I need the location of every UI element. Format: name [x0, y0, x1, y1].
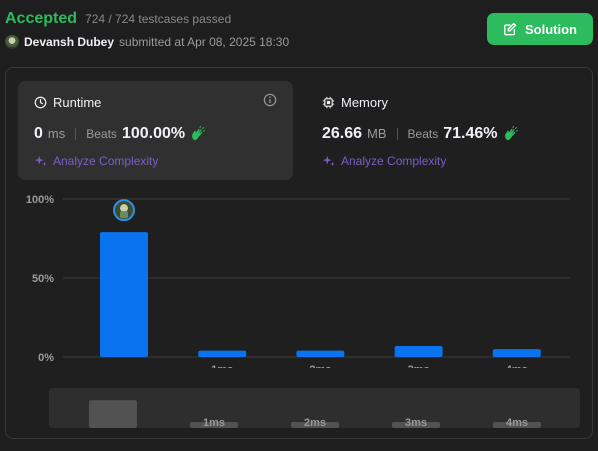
performance-panel: Runtime 0 ms Beats 100.00% Analyze Compl…	[5, 67, 593, 439]
edit-icon	[504, 22, 517, 36]
x-tick-label: 1ms	[211, 364, 233, 368]
bar-0ms[interactable]	[100, 232, 148, 357]
y-tick-label: 100%	[26, 194, 54, 206]
mini-x-tick-label: 4ms	[506, 417, 528, 428]
testcases-passed: 724 / 724 testcases passed	[85, 12, 232, 26]
submission-status: Accepted 724 / 724 testcases passed	[5, 10, 231, 28]
y-tick-label: 50%	[32, 273, 54, 285]
range-navigator-chart[interactable]: 1ms 2ms 3ms 4ms	[49, 388, 580, 428]
bar-1ms[interactable]	[198, 350, 247, 357]
x-tick-label: 3ms	[408, 364, 430, 368]
solution-label: Solution	[525, 21, 577, 37]
mini-x-tick-label: 3ms	[405, 417, 427, 428]
status-accepted: Accepted	[5, 10, 78, 27]
mini-x-tick-label: 1ms	[203, 417, 225, 428]
submitter-info: Devansh Dubey submitted at Apr 08, 2025 …	[5, 35, 289, 49]
mini-x-tick-label: 2ms	[304, 417, 326, 428]
x-tick-label: 4ms	[506, 364, 528, 368]
chart-range-navigator[interactable]: 1ms 2ms 3ms 4ms	[49, 388, 580, 428]
submitted-timestamp: submitted at Apr 08, 2025 18:30	[119, 35, 290, 49]
bar-2ms[interactable]	[296, 350, 345, 357]
user-name[interactable]: Devansh Dubey	[24, 35, 114, 49]
runtime-distribution-chart[interactable]: 100% 50% 0% 1ms 2ms 3ms 4ms	[6, 68, 592, 368]
submission-page: Accepted 724 / 724 testcases passed Deva…	[0, 0, 598, 451]
user-avatar-marker	[113, 199, 135, 222]
mini-bar	[89, 400, 137, 428]
avatar[interactable]	[5, 35, 19, 49]
x-tick-label: 2ms	[309, 364, 331, 368]
y-tick-label: 0%	[38, 352, 54, 364]
bar-4ms[interactable]	[492, 349, 541, 357]
solution-button[interactable]: Solution	[487, 13, 593, 45]
bar-3ms[interactable]	[394, 345, 443, 357]
